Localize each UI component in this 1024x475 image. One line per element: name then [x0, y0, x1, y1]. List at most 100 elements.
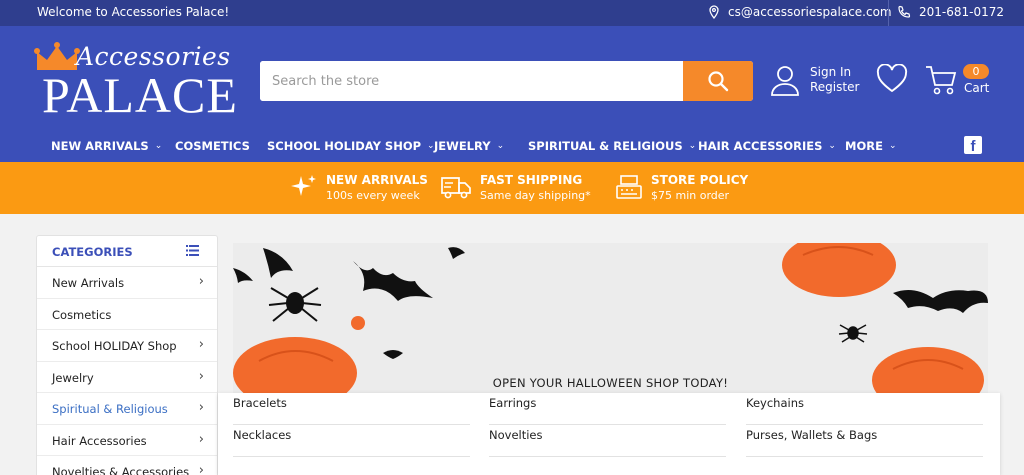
- dropdown-link-necklaces[interactable]: Necklaces: [233, 425, 470, 457]
- category-label: Cosmetics: [52, 307, 112, 322]
- category-new-arrivals[interactable]: New Arrivals ›: [37, 267, 217, 299]
- dropdown-link-label: Earrings: [489, 396, 537, 410]
- topbar-divider: [888, 0, 889, 26]
- categories-sidebar: CATEGORIES New Arrivals › Cosmetics Schoo…: [36, 235, 218, 475]
- nav-label: HAIR ACCESSORIES: [698, 139, 823, 153]
- wishlist-button[interactable]: [876, 63, 908, 98]
- promo-store-policy[interactable]: STORE POLICY $75 min order: [615, 173, 748, 203]
- chevron-right-icon: ›: [198, 274, 204, 289]
- phone-icon: [898, 5, 911, 18]
- search-icon: [708, 71, 729, 92]
- top-utility-bar: Welcome to Accessories Palace! cs@access…: [0, 0, 1024, 26]
- list-icon[interactable]: [186, 245, 199, 256]
- category-label: New Arrivals: [52, 276, 125, 290]
- nav-label: MORE: [845, 139, 883, 153]
- chevron-down-icon: ⌄: [154, 141, 163, 151]
- chevron-down-icon: ⌄: [496, 141, 505, 151]
- nav-new-arrivals[interactable]: NEW ARRIVALS ⌄: [51, 139, 162, 153]
- halloween-decor-image: [233, 243, 988, 393]
- chevron-right-icon: ›: [198, 463, 204, 475]
- chevron-down-icon: ⌄: [888, 141, 897, 151]
- nav-label: COSMETICS: [175, 139, 250, 153]
- category-label: School HOLIDAY Shop: [52, 339, 177, 353]
- email-link[interactable]: cs@accessoriespalace.com: [728, 5, 892, 19]
- promo-title: NEW ARRIVALS: [326, 173, 428, 187]
- chevron-right-icon: ›: [198, 400, 204, 415]
- logo-wordmark: PALACE: [42, 67, 238, 123]
- category-hair-accessories[interactable]: Hair Accessories ›: [37, 425, 217, 456]
- category-label: Hair Accessories: [52, 433, 147, 448]
- site-header: Accessories PALACE Sign In Register 0 Ca…: [0, 26, 1024, 162]
- nav-label: SPIRITUAL & RELIGIOUS: [528, 139, 683, 153]
- dropdown-link-label: Necklaces: [233, 428, 292, 442]
- nav-hair-accessories[interactable]: HAIR ACCESSORIES ⌄: [698, 139, 836, 153]
- store-logo[interactable]: Accessories PALACE: [34, 42, 244, 124]
- dropdown-link-earrings[interactable]: Earrings: [489, 393, 726, 425]
- welcome-message: Welcome to Accessories Palace!: [37, 5, 230, 19]
- location-pin-icon: [709, 5, 719, 19]
- dropdown-column: Keychains Purses, Wallets & Bags: [746, 393, 983, 457]
- search-button[interactable]: [683, 61, 753, 101]
- category-novelties-accessories[interactable]: Novelties & Accessories ›: [37, 456, 217, 475]
- promo-title: FAST SHIPPING: [480, 173, 583, 187]
- chevron-down-icon: ⌄: [828, 141, 836, 151]
- register-link[interactable]: Register: [810, 80, 859, 95]
- promo-fast-shipping[interactable]: FAST SHIPPING Same day shipping*: [440, 173, 591, 203]
- dropdown-link-label: Novelties: [489, 428, 543, 442]
- cart-button[interactable]: 0 Cart: [925, 64, 995, 98]
- category-jewelry[interactable]: Jewelry ›: [37, 362, 217, 393]
- dropdown-link-bracelets[interactable]: Bracelets: [233, 393, 470, 425]
- dropdown-link-label: Purses, Wallets & Bags: [746, 428, 878, 442]
- register-icon: [616, 175, 642, 199]
- heart-icon: [876, 63, 908, 93]
- account-link[interactable]: Sign In Register: [770, 64, 859, 96]
- category-school-holiday-shop[interactable]: School HOLIDAY Shop ›: [37, 330, 217, 362]
- nav-label: SCHOOL HOLIDAY SHOP: [267, 139, 422, 153]
- sign-in-link[interactable]: Sign In: [810, 65, 859, 80]
- cart-count-badge: 0: [963, 64, 989, 79]
- dropdown-link-purses-wallets-bags[interactable]: Purses, Wallets & Bags: [746, 425, 983, 457]
- promo-new-arrivals[interactable]: NEW ARRIVALS 100s every week: [290, 173, 428, 203]
- promo-subtitle: $75 min order: [651, 189, 730, 202]
- chevron-right-icon: ›: [198, 368, 204, 384]
- category-label: Jewelry: [52, 370, 94, 385]
- promo-subtitle: Same day shipping*: [480, 189, 591, 202]
- nav-cosmetics[interactable]: COSMETICS: [175, 139, 250, 153]
- nav-more[interactable]: MORE ⌄: [845, 139, 896, 153]
- nav-jewelry[interactable]: JEWELRY ⌄: [434, 139, 504, 153]
- dropdown-column: Earrings Novelties: [489, 393, 726, 457]
- search-input[interactable]: [260, 61, 683, 101]
- main-navigation: NEW ARRIVALS ⌄ COSMETICS SCHOOL HOLIDAY S…: [0, 133, 1024, 161]
- phone-contact[interactable]: 201-681-0172: [897, 5, 1004, 19]
- chevron-right-icon: ›: [198, 337, 204, 352]
- nav-spiritual-religious[interactable]: SPIRITUAL & RELIGIOUS ⌄: [528, 139, 696, 153]
- email-contact[interactable]: cs@accessoriespalace.com: [708, 5, 892, 19]
- dropdown-link-label: Bracelets: [233, 396, 287, 410]
- phone-link[interactable]: 201-681-0172: [919, 5, 1004, 19]
- dropdown-link-keychains[interactable]: Keychains: [746, 393, 983, 425]
- promo-subtitle: 100s every week: [326, 189, 420, 202]
- halloween-banner[interactable]: OPEN YOUR HALLOWEEN SHOP TODAY!: [233, 243, 988, 393]
- dropdown-link-novelties[interactable]: Novelties: [489, 425, 726, 457]
- search-bar: [260, 61, 753, 101]
- banner-caption: OPEN YOUR HALLOWEEN SHOP TODAY!: [492, 376, 729, 390]
- categories-title: CATEGORIES: [52, 245, 133, 259]
- cart-label: Cart: [964, 81, 990, 95]
- user-icon: [771, 66, 799, 96]
- nav-label: NEW ARRIVALS: [51, 139, 149, 153]
- facebook-icon[interactable]: f: [964, 136, 982, 155]
- category-label: Novelties & Accessories: [52, 465, 190, 475]
- nav-label: JEWELRY: [434, 139, 491, 153]
- dropdown-link-label: Keychains: [746, 396, 804, 410]
- sparkle-icon: [291, 175, 316, 196]
- nav-school-holiday-shop[interactable]: SCHOOL HOLIDAY SHOP ⌄: [267, 139, 435, 153]
- category-spiritual-religious[interactable]: Spiritual & Religious ›: [37, 393, 217, 425]
- dropdown-column: Bracelets Necklaces: [233, 393, 470, 457]
- mega-menu-dropdown: Bracelets Necklaces Earrings Novelties K…: [218, 393, 1000, 475]
- category-cosmetics[interactable]: Cosmetics: [37, 299, 217, 330]
- truck-icon: [441, 177, 471, 199]
- category-label: Spiritual & Religious: [52, 402, 168, 416]
- promo-title: STORE POLICY: [651, 173, 749, 187]
- promo-bar: NEW ARRIVALS 100s every week FAST SHIPPIN…: [0, 162, 1024, 214]
- categories-header: CATEGORIES: [37, 236, 217, 267]
